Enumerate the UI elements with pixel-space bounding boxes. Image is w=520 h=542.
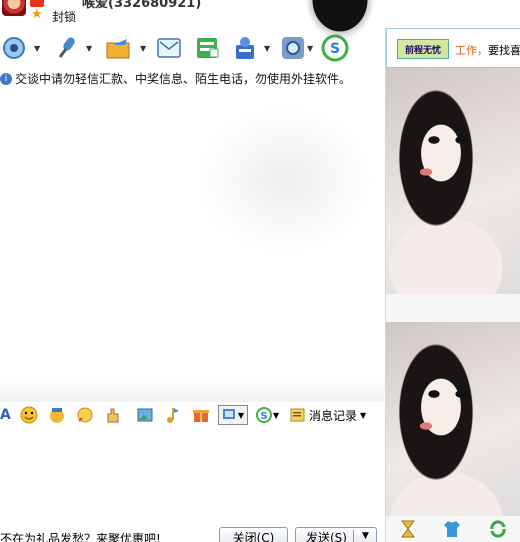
chevron-down-icon[interactable]: ▼ — [360, 411, 366, 420]
message-area-divider — [0, 380, 384, 402]
send-divider — [353, 530, 354, 542]
chat-window: 喉爱(332680921) ★ 封锁 ▼ ▼ ▼ ▼ ▼ S 前程无忧 工作，要… — [0, 0, 520, 542]
hourglass-icon[interactable] — [399, 519, 417, 539]
settings-icon[interactable] — [278, 34, 308, 62]
gesture-icon[interactable] — [104, 405, 122, 425]
theme-watermark — [190, 100, 380, 260]
gift-icon[interactable] — [192, 405, 210, 425]
chevron-down-icon[interactable]: ▼ — [86, 44, 92, 53]
svg-text:S: S — [330, 41, 340, 57]
vip-badge — [30, 0, 44, 7]
ad-banner[interactable]: 前程无忧 工作，要找喜欢的 — [386, 28, 520, 68]
history-icon — [290, 408, 305, 422]
font-button[interactable]: A — [0, 405, 11, 425]
contact-name: 喉爱(332680921) — [82, 0, 202, 11]
status-label: 封锁 — [52, 10, 77, 24]
screenshot-button[interactable]: ▼ — [218, 405, 248, 425]
shirt-icon[interactable] — [442, 519, 462, 539]
group-icon[interactable] — [230, 34, 260, 62]
mail-icon[interactable] — [154, 34, 184, 62]
soso-icon[interactable]: S — [320, 34, 350, 62]
shake-icon[interactable] — [76, 405, 94, 425]
message-history-button[interactable]: 消息记录 ▼ — [290, 405, 366, 425]
chevron-down-icon[interactable]: ▼ — [140, 44, 146, 53]
avatar[interactable] — [2, 0, 26, 16]
ad-logo: 前程无忧 — [397, 39, 449, 59]
info-icon: i — [0, 72, 12, 85]
chevron-down-icon[interactable]: ▼ — [307, 44, 313, 53]
side-panel: 前程无忧 工作，要找喜欢的 — [385, 28, 520, 542]
ad-text: 工作，要找喜欢的 — [455, 44, 520, 57]
send-options-chevron-icon[interactable]: ▼ — [362, 531, 369, 541]
close-button[interactable]: 关闭(C) — [219, 527, 288, 542]
contact-show-image — [386, 68, 520, 294]
security-notice: i 交谈中请勿轻信汇款、中奖信息、陌生电话，勿使用外挂软件。 — [0, 70, 351, 87]
magic-emoji-icon[interactable] — [48, 405, 66, 425]
soso-search-icon[interactable]: S ▼ — [255, 405, 279, 425]
footer-ad-link[interactable]: 不在为礼品发愁？来聚优惠吧! — [0, 530, 161, 542]
side-panel-toolbar — [386, 516, 520, 542]
chat-header: 喉爱(332680921) ★ 封锁 — [0, 0, 384, 40]
chevron-down-icon[interactable]: ▼ — [264, 44, 270, 53]
voice-icon[interactable] — [52, 34, 82, 62]
file-icon[interactable] — [104, 34, 134, 62]
svg-text:S: S — [260, 411, 267, 422]
self-show-image — [386, 322, 520, 516]
video-icon[interactable] — [0, 34, 30, 62]
refresh-icon[interactable] — [488, 519, 508, 539]
chevron-down-icon[interactable]: ▼ — [34, 44, 40, 53]
app-icon[interactable] — [192, 34, 222, 62]
emoji-icon[interactable] — [20, 405, 38, 425]
main-toolbar: ▼ ▼ ▼ ▼ ▼ S — [0, 32, 384, 66]
input-toolbar: A ▼ S ▼ 消息记录 ▼ — [0, 403, 384, 427]
music-icon[interactable] — [164, 405, 182, 425]
image-icon[interactable] — [136, 405, 154, 425]
star-icon: ★ — [31, 7, 43, 22]
